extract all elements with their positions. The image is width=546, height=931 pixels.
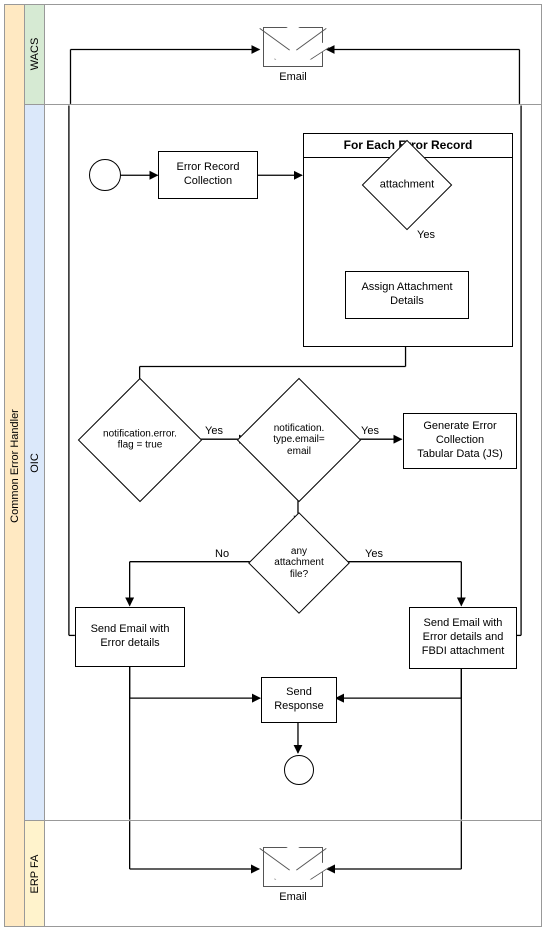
node-generate-tabular: Generate Error Collection Tabular Data (… bbox=[403, 413, 517, 469]
lane-wacs-label-strip: WACS bbox=[25, 5, 45, 104]
email-icon bbox=[263, 27, 323, 67]
end-node bbox=[284, 755, 314, 785]
node-assign-attachment: Assign Attachment Details bbox=[345, 271, 469, 319]
lane-oic-label-strip: OIC bbox=[25, 105, 45, 820]
lane-wacs-label: WACS bbox=[29, 38, 41, 71]
node-send-email-plain: Send Email with Error details bbox=[75, 607, 185, 667]
start-node bbox=[89, 159, 121, 191]
edge-type-yes: Yes bbox=[361, 425, 379, 437]
edge-flag-yes: Yes bbox=[205, 425, 223, 437]
decision-attachment-label: attachment bbox=[378, 179, 436, 192]
lane-erp: ERP FA Email bbox=[25, 821, 541, 926]
swimlane-diagram: Common Error Handler WACS bbox=[4, 4, 542, 927]
lane-oic: OIC bbox=[25, 105, 541, 821]
decision-attachment: attachment bbox=[375, 153, 439, 217]
decision-flag-label: notification.error. flag = true bbox=[100, 428, 179, 451]
node-send-response: Send Response bbox=[261, 677, 337, 723]
edge-any-no: No bbox=[215, 548, 229, 560]
edge-attachment-yes: Yes bbox=[417, 229, 435, 241]
lanes-container: WACS Email bbox=[25, 5, 541, 926]
decision-type-email: notification. type.email= email bbox=[255, 396, 343, 484]
pool-title-strip: Common Error Handler bbox=[5, 5, 25, 926]
lane-oic-label: OIC bbox=[29, 453, 41, 473]
node-error-record-collection: Error Record Collection bbox=[158, 151, 258, 199]
node-send-email-fbdi: Send Email with Error details and FBDI a… bbox=[409, 607, 517, 669]
decision-flag: notification.error. flag = true bbox=[96, 396, 184, 484]
edge-any-yes: Yes bbox=[365, 548, 383, 560]
lane-erp-body: Email bbox=[45, 821, 541, 926]
lane-wacs-body: Email bbox=[45, 5, 541, 104]
email-icon bbox=[263, 847, 323, 887]
decision-type-email-label: notification. type.email= email bbox=[259, 423, 338, 458]
lane-oic-body: Error Record Collection For Each Error R… bbox=[45, 105, 541, 820]
lane-erp-label-strip: ERP FA bbox=[25, 821, 45, 926]
email-caption: Email bbox=[263, 891, 323, 903]
decision-any-attachment-label: any attachment file? bbox=[267, 546, 332, 581]
pool-title: Common Error Handler bbox=[9, 409, 21, 523]
lane-erp-label: ERP FA bbox=[29, 854, 41, 893]
decision-any-attachment: any attachment file? bbox=[263, 527, 335, 599]
email-caption: Email bbox=[263, 71, 323, 83]
lane-wacs: WACS Email bbox=[25, 5, 541, 105]
